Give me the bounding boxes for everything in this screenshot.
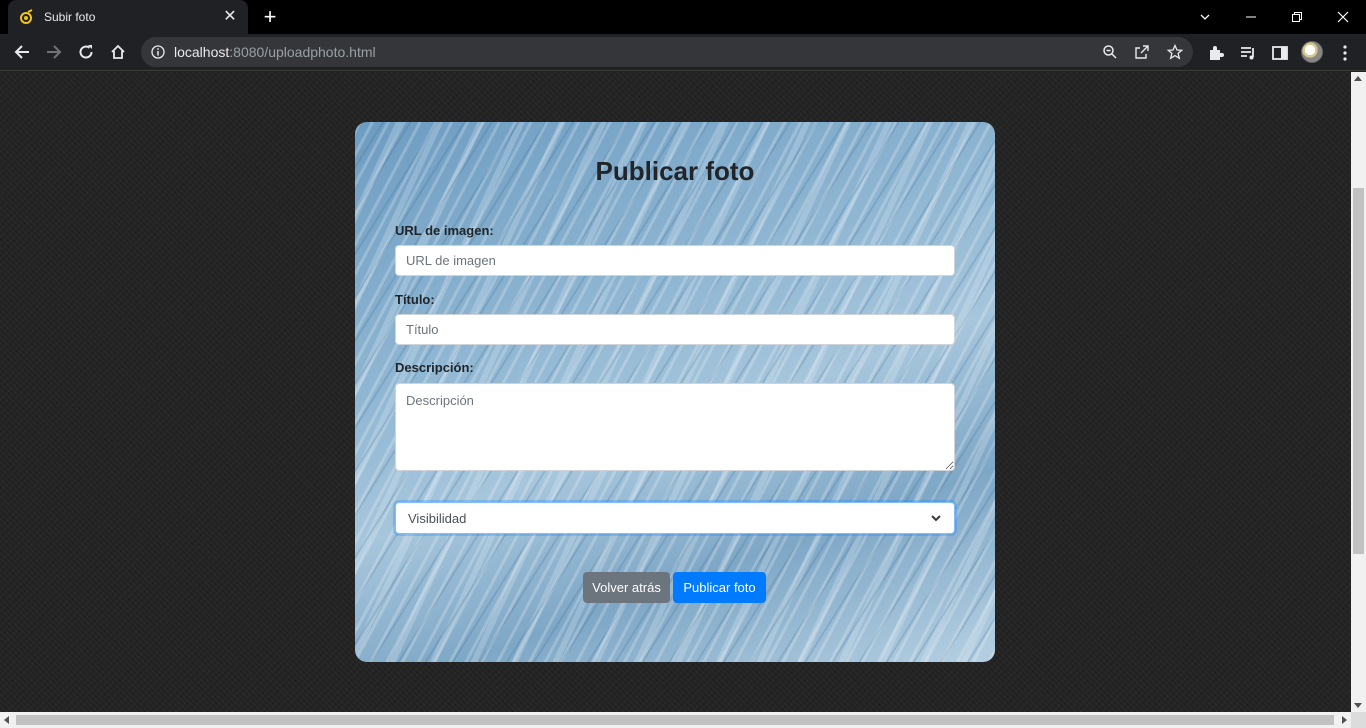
browser-tab[interactable]: Subir foto ✕ [8, 0, 248, 34]
scroll-left-arrow-icon[interactable] [4, 716, 9, 724]
title-input[interactable] [395, 314, 955, 345]
back-button[interactable]: Volver atrás [583, 572, 670, 603]
horizontal-scroll-thumb[interactable] [16, 715, 1334, 725]
back-arrow-icon[interactable] [10, 40, 34, 64]
address-bar[interactable]: localhost:8080/uploadphoto.html [141, 37, 1193, 67]
restore-button[interactable] [1274, 0, 1320, 34]
site-info-icon[interactable] [151, 45, 165, 59]
minimize-button[interactable] [1228, 0, 1274, 34]
visibility-selected-value: Visibilidad [408, 510, 467, 526]
title-label: Título: [395, 292, 435, 307]
media-control-icon[interactable] [1239, 44, 1257, 62]
horizontal-scrollbar[interactable] [0, 712, 1351, 728]
site-favicon-icon [18, 9, 34, 25]
image-url-label: URL de imagen: [395, 223, 494, 238]
extensions-puzzle-icon[interactable] [1207, 44, 1225, 62]
visibility-select[interactable]: Visibilidad [395, 502, 955, 534]
reload-icon[interactable] [74, 40, 98, 64]
upload-photo-card: Publicar foto URL de imagen: Título: Des… [355, 122, 995, 662]
page-title: Publicar foto [595, 156, 755, 186]
tab-strip: Subir foto ✕ + [0, 0, 1366, 34]
scroll-right-arrow-icon[interactable] [1342, 716, 1347, 724]
page-viewport: Publicar foto URL de imagen: Título: Des… [0, 72, 1351, 712]
url-path: :8080/uploadphoto.html [229, 44, 376, 60]
home-icon[interactable] [106, 40, 130, 64]
chevron-down-icon [930, 512, 942, 524]
new-tab-button[interactable]: + [258, 5, 282, 29]
publish-photo-button[interactable]: Publicar foto [673, 572, 766, 603]
url-host: localhost [174, 44, 230, 60]
forward-arrow-icon[interactable] [42, 40, 66, 64]
description-label: Descripción: [395, 360, 474, 375]
side-panel-icon[interactable] [1271, 44, 1289, 62]
zoom-icon[interactable] [1102, 44, 1118, 60]
scroll-down-arrow-icon[interactable] [1354, 703, 1362, 708]
close-window-button[interactable] [1320, 0, 1366, 34]
share-icon[interactable] [1134, 44, 1150, 60]
close-tab-icon[interactable]: ✕ [222, 9, 238, 25]
description-textarea[interactable] [395, 383, 955, 471]
tab-title: Subir foto [44, 10, 96, 24]
bookmark-star-icon[interactable] [1167, 44, 1183, 60]
scroll-up-arrow-icon[interactable] [1354, 76, 1362, 81]
browser-toolbar: localhost:8080/uploadphoto.html [0, 34, 1366, 71]
vertical-scrollbar[interactable] [1351, 72, 1366, 712]
tab-search-icon[interactable] [1182, 0, 1228, 34]
vertical-scroll-thumb[interactable] [1353, 188, 1364, 554]
profile-avatar[interactable] [1301, 41, 1323, 63]
image-url-input[interactable] [395, 245, 955, 276]
menu-kebab-icon[interactable] [1336, 44, 1354, 62]
scrollbar-corner [1351, 712, 1366, 728]
